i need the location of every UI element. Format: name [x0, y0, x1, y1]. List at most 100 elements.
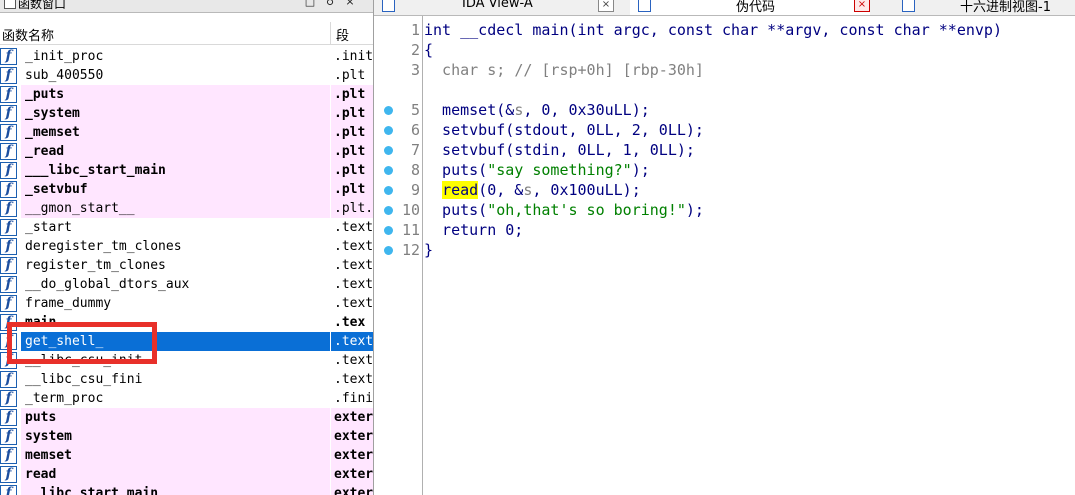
code-token: puts(	[424, 201, 488, 219]
function-row[interactable]: f _start .text	[0, 218, 373, 237]
function-segment: .text	[334, 353, 373, 368]
code-line[interactable]: 12}	[374, 240, 1075, 260]
close-icon[interactable]: ×	[343, 0, 357, 8]
function-segment: .text	[334, 258, 373, 273]
breakpoint-dot-icon[interactable]	[384, 206, 393, 215]
function-row[interactable]: f _read .plt	[0, 142, 373, 161]
function-row[interactable]: f puts exter	[0, 408, 373, 427]
function-icon: f	[0, 238, 17, 255]
function-name: _setvbuf	[21, 180, 330, 199]
function-row[interactable]: f memset exter	[0, 446, 373, 465]
function-row[interactable]: f _setvbuf .plt	[0, 180, 373, 199]
function-segment: .plt	[331, 104, 373, 123]
function-name: _init_proc	[25, 49, 104, 64]
code-text: memset(&s, 0, 0x30uLL);	[424, 100, 650, 120]
function-name: __libc_csu_fini	[25, 372, 143, 387]
function-row[interactable]: f _system .plt	[0, 104, 373, 123]
function-row[interactable]: f _puts .plt	[0, 85, 373, 104]
function-row[interactable]: f sub_400550 .plt	[0, 66, 373, 85]
function-row[interactable]: f system exter	[0, 427, 373, 446]
functions-column-header: 函数名称 段	[0, 22, 373, 45]
function-row[interactable]: f ___libc_start_main .plt	[0, 161, 373, 180]
function-row[interactable]: f get_shell_ .text	[0, 332, 373, 351]
function-row[interactable]: f register_tm_clones .text	[0, 256, 373, 275]
line-number: 10	[401, 201, 420, 219]
function-segment: .plt	[331, 85, 373, 104]
function-name: register_tm_clones	[25, 258, 166, 273]
pin-icon[interactable]: ♁	[323, 0, 337, 8]
code-line[interactable]: 5 memset(&s, 0, 0x30uLL);	[374, 100, 1075, 120]
pseudocode-view[interactable]: 1 int __cdecl main(int argc, const char *…	[374, 16, 1075, 495]
tab-pseudocode[interactable]: 伪代码 ×	[630, 0, 870, 15]
line-number: 12	[401, 241, 420, 259]
breakpoint-dot-icon[interactable]	[384, 126, 393, 135]
code-line[interactable]: 7 setvbuf(stdin, 0LL, 1, 0LL);	[374, 140, 1075, 160]
code-line[interactable]: 8 puts("say something?");	[374, 160, 1075, 180]
function-name: _start	[25, 220, 72, 235]
line-number: 9	[410, 181, 420, 199]
function-name: _memset	[21, 123, 330, 142]
code-text: }	[424, 240, 433, 260]
breakpoint-dot-icon[interactable]	[384, 166, 393, 175]
function-segment: .plt.	[331, 199, 373, 218]
function-icon: f	[0, 276, 17, 293]
breakpoint-dot-icon[interactable]	[384, 226, 393, 235]
function-name: __libc_start_main	[21, 484, 330, 495]
function-icon: f	[0, 333, 17, 350]
function-icon: f	[0, 352, 17, 369]
line-number: 6	[410, 121, 420, 139]
breakpoint-dot-icon[interactable]	[384, 246, 393, 255]
restore-icon[interactable]: □	[303, 0, 317, 8]
code-text: puts("oh,that's so boring!");	[424, 200, 704, 220]
function-name: _term_proc	[25, 391, 104, 406]
tab-ida-view-a[interactable]: IDA View-A ×	[374, 0, 614, 15]
function-row[interactable]: f __do_global_dtors_aux .text	[0, 275, 373, 294]
code-text: setvbuf(stdin, 0LL, 1, 0LL);	[424, 140, 695, 160]
breakpoint-dot-icon[interactable]	[384, 106, 393, 115]
function-row[interactable]: f _term_proc .fini	[0, 389, 373, 408]
function-segment: .fini	[334, 391, 373, 406]
code-token: (0, &	[478, 181, 524, 199]
code-line[interactable]: 1 int __cdecl main(int argc, const char *…	[374, 20, 1075, 40]
function-row[interactable]: f __gmon_start__ .plt.	[0, 199, 373, 218]
code-text: char s; // [rsp+0h] [rbp-30h]	[424, 60, 704, 80]
code-line[interactable]: 11 return 0;	[374, 220, 1075, 240]
function-row[interactable]: f frame_dummy .text	[0, 294, 373, 313]
code-line[interactable]: 6 setvbuf(stdout, 0LL, 2, 0LL);	[374, 120, 1075, 140]
function-name: frame_dummy	[25, 296, 112, 311]
function-row[interactable]: f __libc_start_main exter	[0, 484, 373, 495]
function-row[interactable]: f __libc_csu_init .text	[0, 351, 373, 370]
tab-hex-view-1[interactable]: 十六进制视图-1	[894, 0, 1075, 15]
code-line[interactable]: 10 puts("oh,that's so boring!");	[374, 200, 1075, 220]
view-tab-bar: IDA View-A × 伪代码 × 十六进制视图-1	[374, 0, 1075, 16]
column-segment[interactable]: 段	[336, 25, 349, 44]
breakpoint-dot-icon[interactable]	[384, 146, 393, 155]
function-row[interactable]: f _init_proc .init	[0, 47, 373, 66]
close-tab-icon[interactable]: ×	[854, 0, 870, 12]
column-divider[interactable]	[330, 22, 331, 44]
code-token: setvbuf(stdin, 0LL, 1, 0LL);	[424, 141, 695, 159]
line-number: 7	[410, 141, 420, 159]
code-token: return 0;	[424, 221, 524, 239]
function-segment: .text	[334, 220, 373, 235]
code-token: memset(&	[424, 101, 515, 119]
breakpoint-dot-icon[interactable]	[384, 186, 393, 195]
function-row[interactable]: f main .tex	[0, 313, 373, 332]
function-row[interactable]: f deregister_tm_clones .text	[0, 237, 373, 256]
function-icon: f	[0, 143, 17, 160]
tab-label: 伪代码	[736, 0, 776, 15]
code-line[interactable]: 2{	[374, 40, 1075, 60]
function-row[interactable]: f read exter	[0, 465, 373, 484]
code-line[interactable]: 3 char s; // [rsp+0h] [rbp-30h]	[374, 60, 1075, 80]
functions-window-title: 函数窗口	[18, 0, 67, 11]
code-line[interactable]: 9 read(0, &s, 0x100uLL);	[374, 180, 1075, 200]
code-line[interactable]	[374, 80, 1075, 100]
code-text: return 0;	[424, 220, 523, 240]
code-token: "oh,that's so boring!"	[487, 201, 686, 219]
function-icon: f	[0, 67, 17, 84]
column-function-name[interactable]: 函数名称	[2, 25, 54, 44]
function-row[interactable]: f __libc_csu_fini .text	[0, 370, 373, 389]
close-tab-icon[interactable]: ×	[598, 0, 614, 12]
function-row[interactable]: f _memset .plt	[0, 123, 373, 142]
function-icon: f	[0, 485, 17, 495]
